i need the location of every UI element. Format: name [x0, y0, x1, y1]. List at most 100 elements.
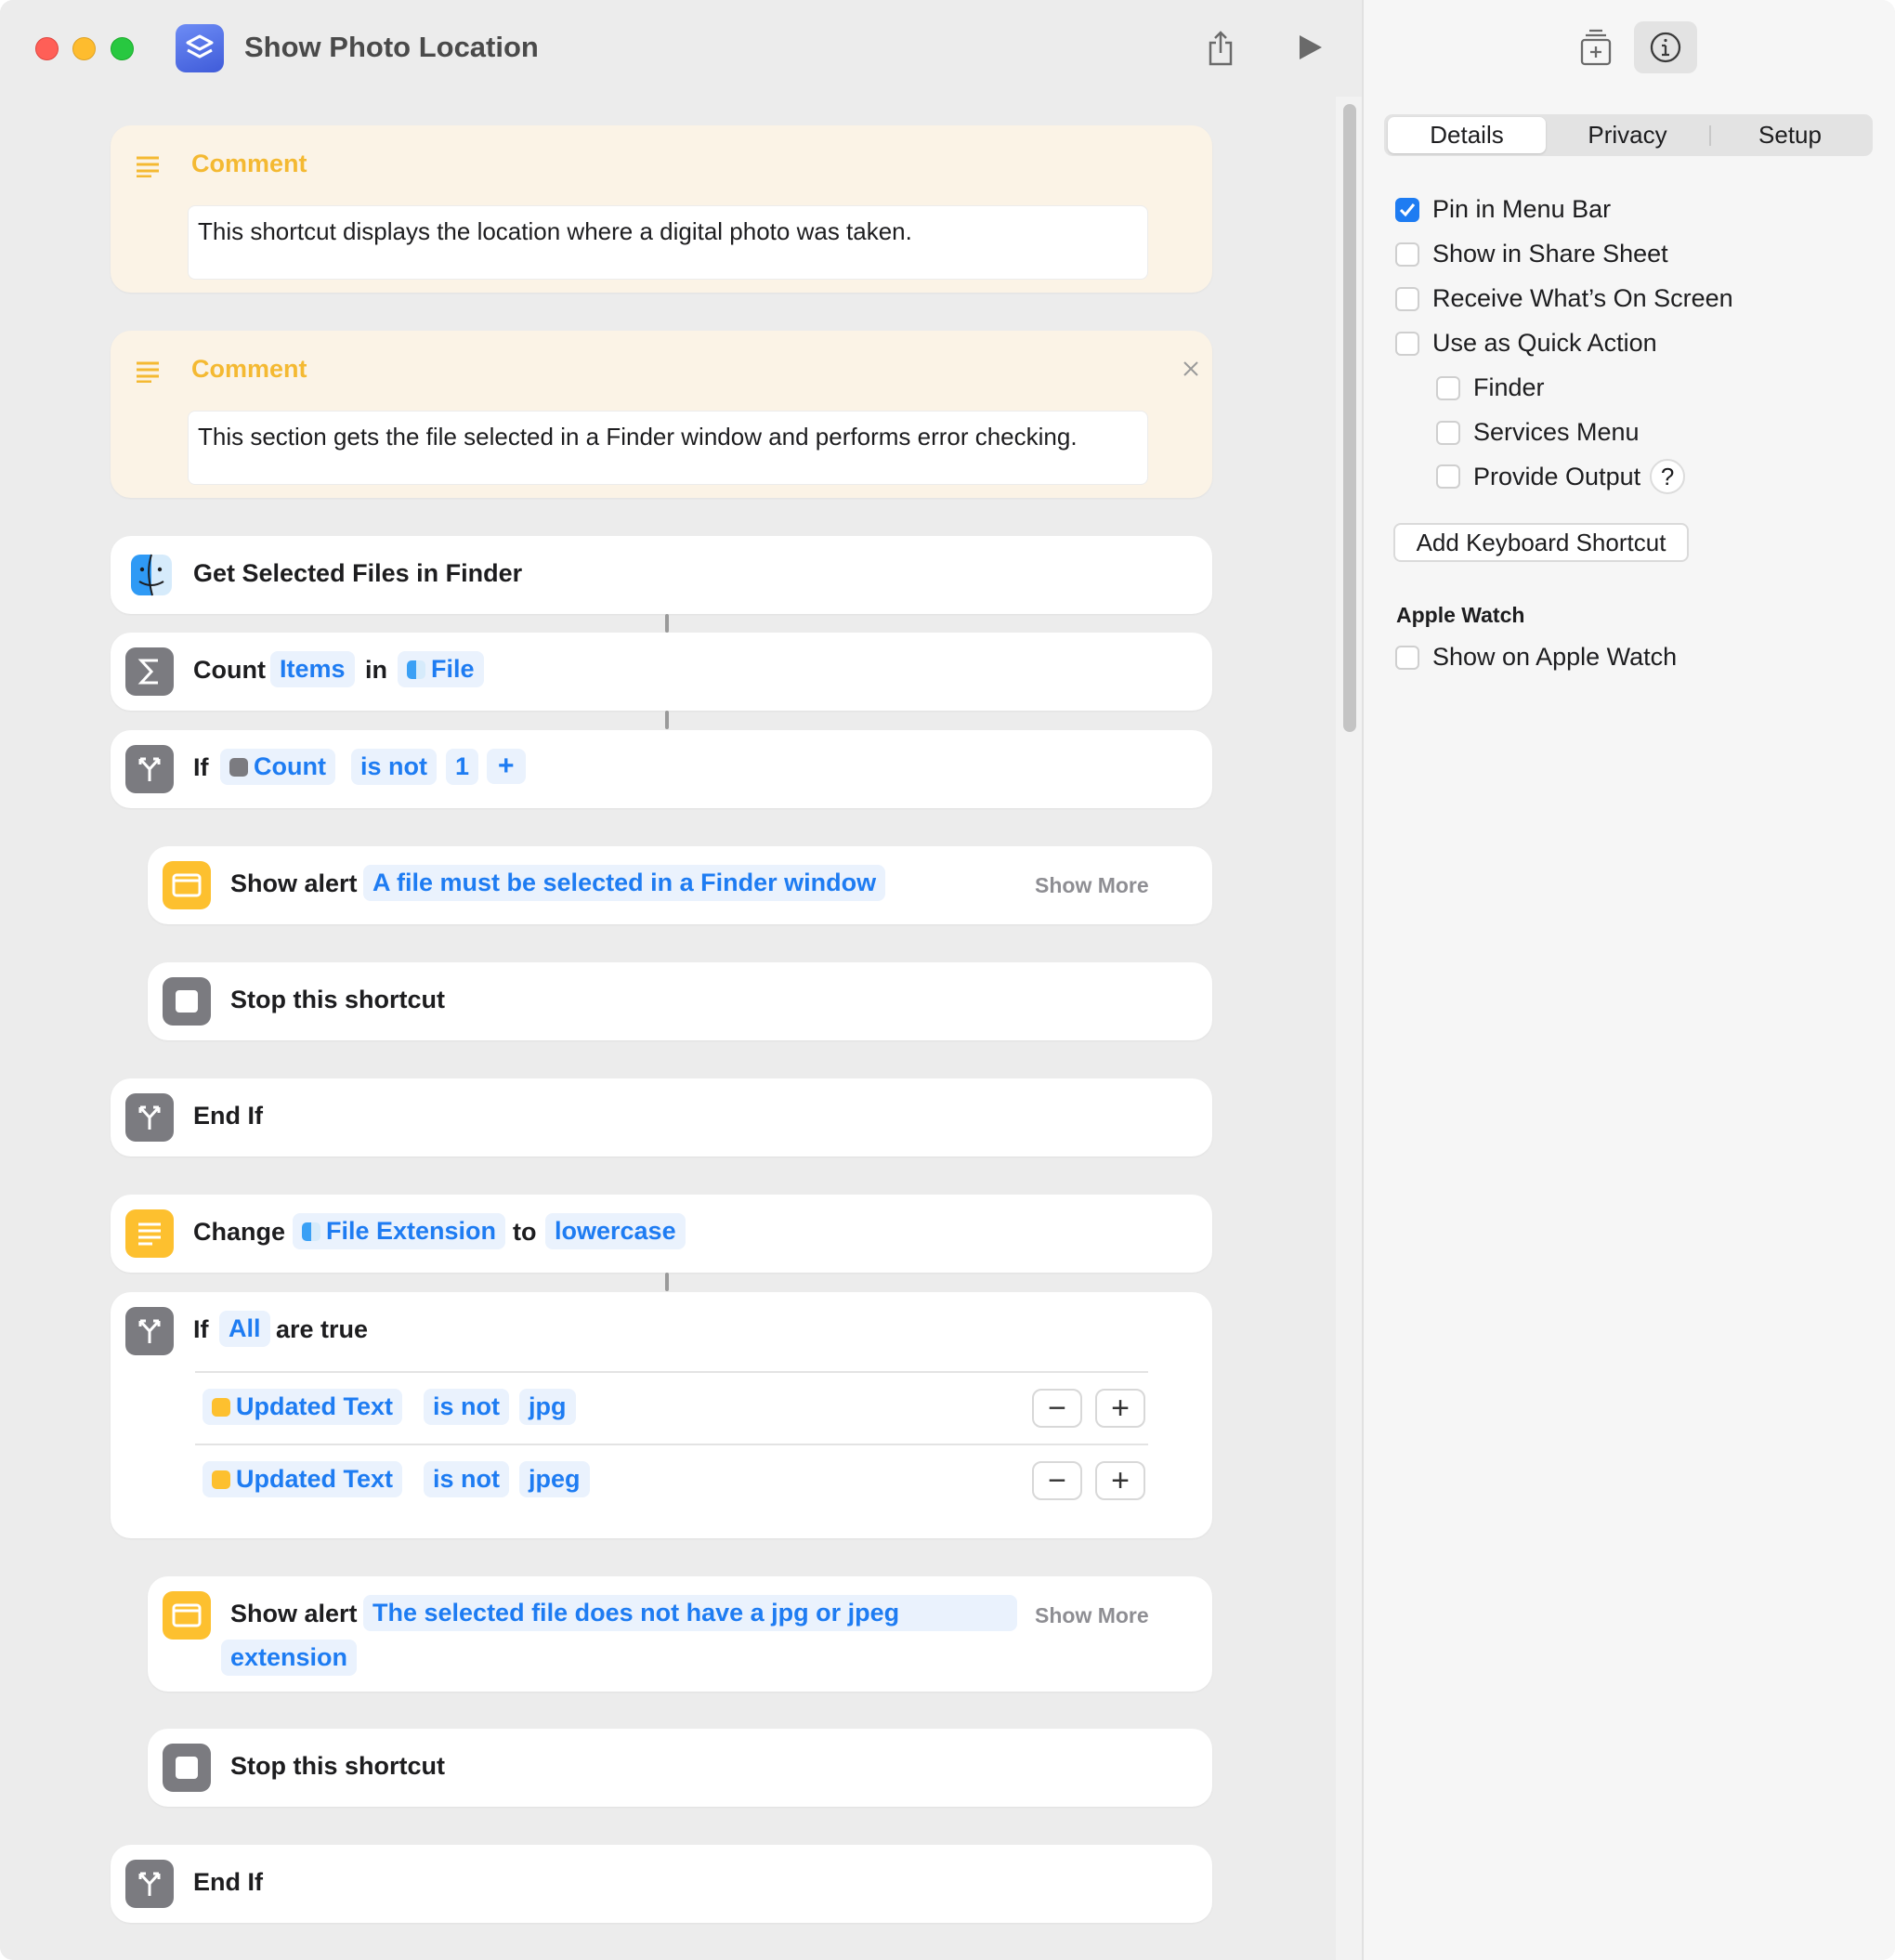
if-action[interactable]: If Count is not 1 +	[111, 730, 1212, 808]
condition-value-token[interactable]: 1	[446, 749, 479, 785]
zoom-window-button[interactable]	[111, 37, 134, 60]
add-condition-button[interactable]: +	[487, 749, 526, 784]
updated-text-token[interactable]: Updated Text	[203, 1461, 403, 1497]
comment-text-field[interactable]: This shortcut displays the location wher…	[188, 205, 1148, 280]
close-icon[interactable]	[1183, 360, 1199, 382]
comment-action[interactable]: Comment This shortcut displays the locat…	[111, 125, 1212, 293]
text-mini-icon	[212, 1470, 230, 1489]
minimize-window-button[interactable]	[72, 37, 96, 60]
quick-action-option[interactable]: Use as Quick Action	[1395, 329, 1657, 358]
shortcut-icon[interactable]	[176, 24, 224, 72]
condition-value-token[interactable]: jpg	[519, 1389, 576, 1425]
option-label: Pin in Menu Bar	[1432, 195, 1612, 223]
token-label: +	[498, 751, 515, 781]
option-label: Provide Output	[1473, 462, 1641, 490]
add-condition-button[interactable]: +	[1095, 1461, 1145, 1500]
action-title: End If	[193, 1868, 263, 1896]
play-icon[interactable]	[1293, 30, 1326, 65]
stop-icon	[163, 977, 211, 1026]
branch-icon	[125, 745, 174, 793]
token-label: lowercase	[555, 1217, 676, 1245]
change-case-action[interactable]: Change File Extension to lowercase	[111, 1195, 1212, 1273]
end-if-action[interactable]: End If	[111, 1078, 1212, 1156]
minus-icon: −	[1048, 1462, 1066, 1498]
window-title: Show Photo Location	[244, 31, 539, 63]
to-label: to	[513, 1218, 537, 1246]
token-label: is not	[360, 752, 427, 780]
get-selected-files-action[interactable]: Get Selected Files in Finder	[111, 536, 1212, 614]
condition-divider	[195, 1444, 1148, 1445]
count-token[interactable]: Count	[220, 749, 335, 785]
stop-shortcut-action[interactable]: Stop this shortcut	[148, 962, 1212, 1040]
all-token[interactable]: All	[219, 1311, 270, 1347]
tab-privacy[interactable]: Privacy	[1548, 117, 1707, 153]
alert-message-token[interactable]: The selected file does not have a jpg or…	[363, 1595, 1017, 1631]
remove-condition-button[interactable]: −	[1032, 1461, 1082, 1500]
count-action[interactable]: Count Items in File	[111, 633, 1212, 711]
file-extension-token[interactable]: File Extension	[293, 1213, 506, 1249]
checkbox-checked[interactable]	[1395, 197, 1419, 222]
add-action-icon[interactable]	[1577, 28, 1614, 67]
stop-icon	[163, 1744, 211, 1792]
token-label: Items	[280, 655, 346, 683]
comment-text-field[interactable]: This section gets the file selected in a…	[188, 411, 1148, 485]
case-token[interactable]: lowercase	[545, 1213, 686, 1249]
checkbox[interactable]	[1395, 331, 1419, 356]
checkbox[interactable]	[1436, 375, 1460, 400]
pin-in-menu-bar-option[interactable]: Pin in Menu Bar	[1395, 195, 1611, 224]
condition-value-token[interactable]: jpeg	[519, 1461, 590, 1497]
help-button[interactable]: ?	[1650, 459, 1686, 494]
stop-shortcut-action[interactable]: Stop this shortcut	[148, 1729, 1212, 1807]
text-icon	[125, 1209, 174, 1258]
file-token[interactable]: File	[398, 651, 484, 687]
minus-icon: −	[1048, 1390, 1066, 1426]
comment-label: Comment	[191, 150, 307, 177]
token-label: is not	[433, 1392, 500, 1420]
condition-operator-token[interactable]: is not	[424, 1389, 509, 1425]
if-all-action[interactable]: If All are true Updated Text is not jpg …	[111, 1292, 1212, 1538]
add-keyboard-shortcut-button[interactable]: Add Keyboard Shortcut	[1393, 523, 1689, 562]
comment-action[interactable]: Comment This section gets the file selec…	[111, 331, 1212, 498]
show-alert-action[interactable]: Show alert A file must be selected in a …	[148, 846, 1212, 924]
info-icon[interactable]	[1634, 21, 1697, 73]
tab-setup[interactable]: Setup	[1711, 117, 1869, 153]
alert-message-token[interactable]: A file must be selected in a Finder wind…	[363, 865, 886, 901]
checkbox[interactable]	[1395, 242, 1419, 267]
checkbox[interactable]	[1395, 645, 1419, 670]
token-label: Updated Text	[236, 1392, 394, 1420]
token-label: Count	[254, 752, 326, 780]
share-icon[interactable]	[1202, 28, 1239, 69]
alert-message-token-continued[interactable]: extension	[221, 1640, 358, 1676]
comment-lines-icon	[135, 155, 161, 182]
checkbox[interactable]	[1395, 286, 1419, 311]
option-label: Show on Apple Watch	[1432, 643, 1678, 671]
receive-on-screen-option[interactable]: Receive What’s On Screen	[1395, 284, 1733, 313]
items-token[interactable]: Items	[270, 651, 355, 687]
add-condition-button[interactable]: +	[1095, 1389, 1145, 1428]
show-alert-action[interactable]: Show alert The selected file does not ha…	[148, 1576, 1212, 1692]
show-in-share-sheet-option[interactable]: Show in Share Sheet	[1395, 240, 1668, 268]
token-label: jpg	[529, 1392, 567, 1420]
tab-details[interactable]: Details	[1388, 117, 1546, 153]
checkbox[interactable]	[1436, 420, 1460, 445]
token-label: jpeg	[529, 1465, 581, 1493]
end-if-action[interactable]: End If	[111, 1845, 1212, 1923]
token-label: The selected file does not have a jpg or…	[372, 1599, 900, 1627]
editor-pane: Show Photo Location Comment This shortcu…	[0, 0, 1362, 1960]
action-title: Stop this shortcut	[230, 1752, 445, 1780]
scrollbar-thumb[interactable]	[1343, 104, 1356, 732]
condition-operator-token[interactable]: is not	[424, 1461, 509, 1497]
branch-icon	[125, 1093, 174, 1142]
checkbox[interactable]	[1436, 464, 1460, 489]
show-on-apple-watch-option[interactable]: Show on Apple Watch	[1395, 643, 1677, 672]
quick-action-finder-option[interactable]: Finder	[1436, 373, 1545, 402]
updated-text-token[interactable]: Updated Text	[203, 1389, 403, 1425]
quick-action-services-option[interactable]: Services Menu	[1436, 418, 1640, 447]
quick-action-output-option[interactable]: Provide Output ?	[1436, 459, 1686, 494]
remove-condition-button[interactable]: −	[1032, 1389, 1082, 1428]
show-more-button[interactable]: Show More	[1035, 1603, 1149, 1628]
show-more-button[interactable]: Show More	[1035, 873, 1149, 898]
close-window-button[interactable]	[35, 37, 59, 60]
option-label: Receive What’s On Screen	[1432, 284, 1733, 312]
condition-operator-token[interactable]: is not	[351, 749, 437, 785]
